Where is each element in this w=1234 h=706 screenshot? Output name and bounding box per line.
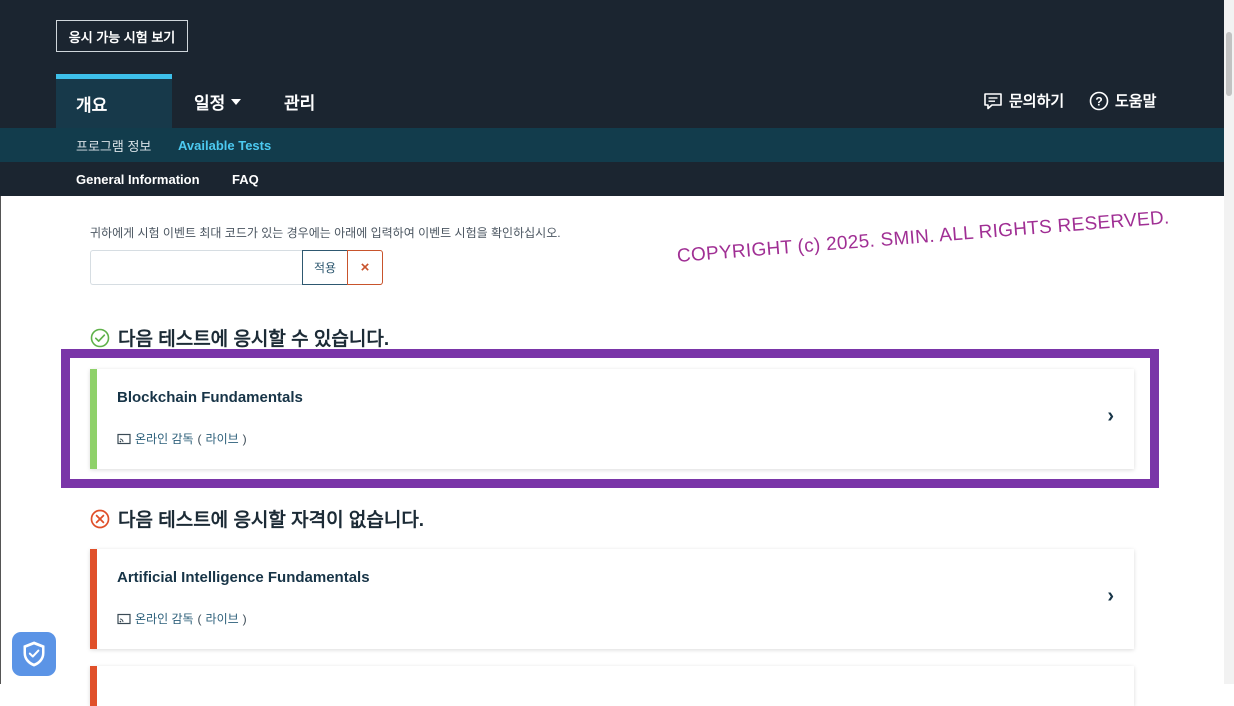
shield-check-icon <box>23 641 45 667</box>
apply-button[interactable]: 적용 <box>302 250 348 285</box>
sub-navigation: 프로그램 정보 Available Tests <box>0 128 1224 162</box>
event-code-input[interactable] <box>90 250 302 285</box>
scrollbar-track[interactable] <box>1224 0 1234 684</box>
chevron-right-icon: › <box>1107 585 1114 607</box>
screen-cast-icon <box>117 613 131 624</box>
svg-text:?: ? <box>1095 94 1102 108</box>
tab-manage[interactable]: 관리 <box>284 74 315 128</box>
subnav-program-info[interactable]: 프로그램 정보 <box>76 128 151 162</box>
caret-down-icon <box>231 99 242 105</box>
ineligible-heading-text: 다음 테스트에 응시할 자격이 없습니다. <box>118 510 425 531</box>
event-code-hint: 귀하에게 시험 이벤트 최대 코드가 있는 경우에는 아래에 입력하여 이벤트 … <box>90 226 561 240</box>
tab-overview-label: 개요 <box>76 96 108 115</box>
test-card-next[interactable] <box>90 666 1134 706</box>
contact-label: 문의하기 <box>1009 93 1065 110</box>
help-label: 도움말 <box>1115 93 1157 110</box>
paren-open: ( <box>197 611 202 626</box>
tab-manage-label: 관리 <box>284 93 316 113</box>
eligible-heading-text: 다음 테스트에 응시할 수 있습니다. <box>118 329 390 350</box>
tab-schedule[interactable]: 일정 <box>194 74 242 128</box>
chat-icon <box>984 92 1002 109</box>
eligible-heading: 다음 테스트에 응시할 수 있습니다. <box>90 324 389 351</box>
clear-button[interactable]: × <box>347 250 383 285</box>
test-delivery: 온라인 감독(라이브) <box>117 610 247 627</box>
x-circle-icon <box>90 509 110 528</box>
privacy-badge[interactable] <box>12 632 56 676</box>
help-link[interactable]: ? 도움말 <box>1089 90 1156 111</box>
sub-navigation-secondary: General Information FAQ <box>0 162 1224 196</box>
tab-schedule-label: 일정 <box>194 93 226 113</box>
tab-overview[interactable]: 개요 <box>56 74 172 128</box>
subnav-available-tests[interactable]: Available Tests <box>178 128 271 162</box>
scrollbar-thumb[interactable] <box>1226 32 1232 96</box>
delivery-mode: 라이브 <box>205 612 239 626</box>
ineligible-heading: 다음 테스트에 응시할 자격이 없습니다. <box>90 505 424 532</box>
subnav-faq[interactable]: FAQ <box>232 162 259 196</box>
check-circle-icon <box>90 328 110 347</box>
view-available-tests-button[interactable]: 응시 가능 시험 보기 <box>56 20 188 52</box>
copyright-watermark: COPYRIGHT (c) 2025. SMIN. ALL RIGHTS RES… <box>676 207 1171 268</box>
test-card-ai[interactable]: Artificial Intelligence Fundamentals 온라인… <box>90 549 1134 649</box>
highlight-frame <box>61 349 1159 488</box>
contact-link[interactable]: 문의하기 <box>983 90 1064 111</box>
subnav-general-information[interactable]: General Information <box>76 162 200 196</box>
paren-close: ) <box>242 611 247 626</box>
delivery-type: 온라인 감독 <box>135 612 194 626</box>
test-title: Artificial Intelligence Fundamentals <box>117 569 370 586</box>
question-circle-icon: ? <box>1089 91 1109 110</box>
